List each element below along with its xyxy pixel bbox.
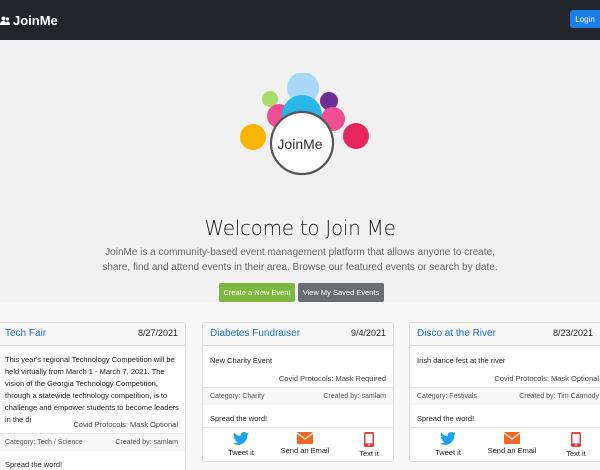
spread-label: Spread the word! [417,414,475,423]
phone-icon [571,432,581,447]
brand-link[interactable]: JoinMe [0,10,58,30]
event-date: 9/4/2021 [350,328,386,338]
event-date: 8/27/2021 [137,328,178,338]
logo-text: JoinMe [277,136,323,152]
tweet-button[interactable]: Tweet it [209,428,273,461]
page-title: Welcome to Join Me [204,216,396,240]
text-button[interactable]: Text it [337,428,393,461]
text-label: Text it [359,449,379,458]
event-category: Category: Festivals [417,393,477,400]
card-meta: Category: Charity Created by: samlam [203,387,393,405]
joinme-logo: JoinMe [235,72,375,183]
event-card-disco-river: Disco at the River 8/23/2021 Irish dance… [409,322,600,462]
event-card-tech-fair: Tech Fair 8/27/2021 This year's regional… [0,322,186,470]
tweet-label: Tweet it [228,448,254,457]
event-card-diabetes-fundraiser: Diabetes Fundraiser 9/4/2021 New Charity… [202,322,394,462]
event-date: 8/23/2021 [552,328,593,338]
email-button[interactable]: Send an Email [480,428,544,461]
share-row: Tweet it Send an Email Text it [410,427,600,461]
twitter-icon [233,432,249,445]
envelope-icon [297,432,313,444]
spread-label: Spread the word! [5,460,63,469]
email-label: Send an Email [487,446,537,455]
saved-events-button[interactable]: View My Saved Events [298,283,384,302]
event-category: Category: Tech / Science [5,439,83,446]
card-header: Tech Fair 8/27/2021 [0,323,185,346]
login-button[interactable]: Login [570,10,600,28]
covid-protocols: Covid Protocols: Mask Optional [73,420,178,429]
brand-name: JoinMe [13,12,58,28]
event-title-link[interactable]: Disco at the River [417,328,496,339]
card-meta: Category: Festivals Created by: Tim Carm… [410,387,600,405]
email-button[interactable]: Send an Email [273,428,337,461]
share-row: Tweet it Send an Email Text it [203,427,393,461]
text-button[interactable]: Text it [544,428,600,461]
tweet-label: Tweet it [435,448,461,457]
event-title-link[interactable]: Diabetes Fundraiser [210,328,300,339]
event-creator: Created by: samlam [115,439,178,446]
event-category: Category: Charity [210,393,265,400]
card-header: Disco at the River 8/23/2021 [410,323,600,346]
event-creator: Created by: Tim Carmody [519,393,599,400]
email-label: Send an Email [280,446,330,455]
card-header: Diabetes Fundraiser 9/4/2021 [203,323,393,346]
phone-icon [364,432,374,447]
event-title-link[interactable]: Tech Fair [5,328,46,339]
covid-protocols: Covid Protocols: Mask Required [278,374,386,383]
card-meta: Category: Tech / Science Created by: sam… [0,433,185,451]
envelope-icon [504,432,520,444]
event-description: Irish dance fest at the river [417,356,506,365]
event-description: New Charity Event [210,356,273,365]
navbar: JoinMe Login [0,0,600,40]
tweet-button[interactable]: Tweet it [416,428,480,461]
covid-protocols: Covid Protocols: Mask Optional [494,374,599,383]
create-event-button[interactable]: Create a New Event [219,283,295,302]
hero-section: JoinMe Welcome to Join Me JoinMe is a co… [0,40,600,302]
spread-label: Spread the word! [210,414,268,423]
twitter-icon [440,432,456,445]
users-icon [0,16,10,25]
text-label: Text it [566,449,586,458]
hero-description: JoinMe is a community-based event manage… [102,247,498,273]
event-description: This year's regional Technology Competit… [5,355,179,424]
event-creator: Created by: samlam [323,393,386,400]
